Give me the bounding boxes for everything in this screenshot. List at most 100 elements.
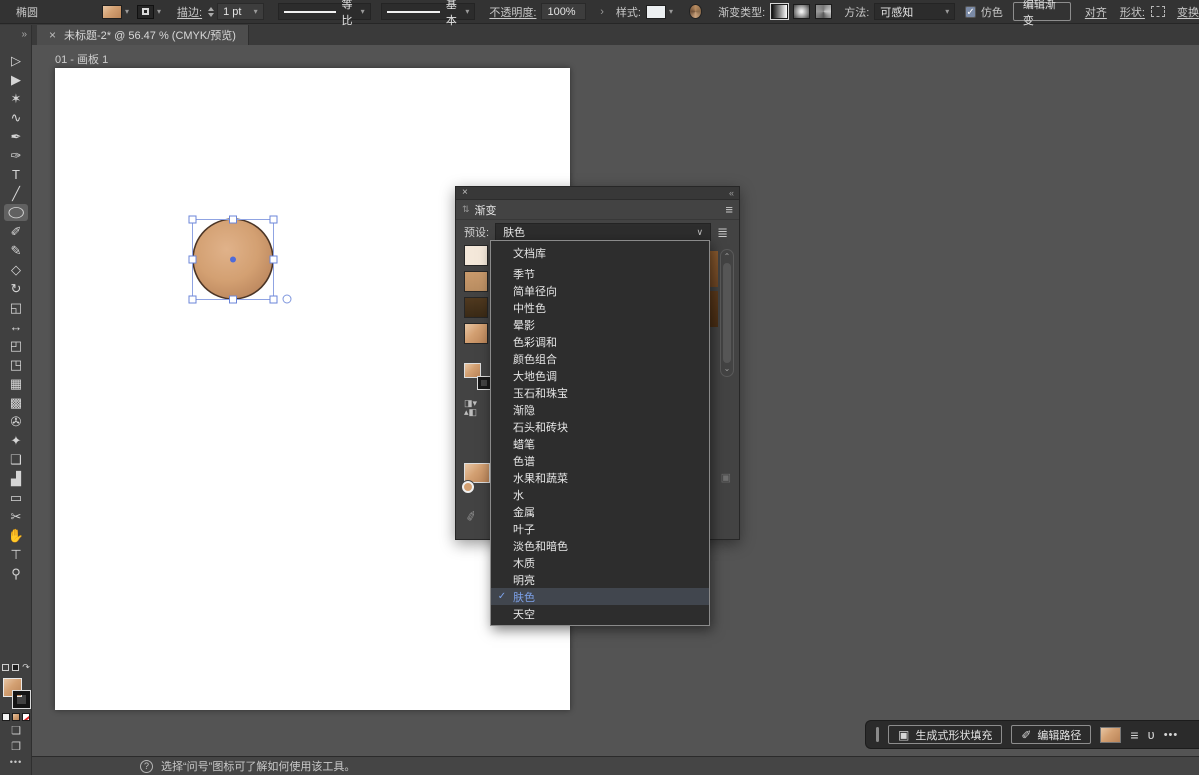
more-tools-icon[interactable]: ••• — [10, 758, 22, 767]
panel-cycle-icon[interactable]: ⇅ — [462, 204, 470, 215]
dither-checkbox[interactable]: ✓ — [965, 6, 976, 18]
perspective-grid-tool[interactable]: ◳ — [0, 355, 32, 374]
magic-wand-tool[interactable]: ✶ — [0, 89, 32, 108]
gradient-swatch[interactable] — [464, 297, 488, 318]
style-control[interactable]: ▾ — [646, 5, 673, 19]
hook-icon[interactable]: ʋ — [1148, 728, 1155, 741]
selection-tool[interactable]: ▷ — [0, 51, 32, 70]
more-options-icon[interactable]: ••• — [1164, 729, 1179, 741]
delete-gradient-icon[interactable]: ▣ — [721, 471, 731, 484]
menu-item-水果和蔬菜[interactable]: 水果和蔬菜 — [491, 469, 709, 486]
gradient-tab-label[interactable]: 渐变 — [475, 202, 497, 218]
scroll-down-icon[interactable]: ⌄ — [724, 365, 731, 373]
menu-item-木质[interactable]: 木质 — [491, 554, 709, 571]
menu-item-简单径向[interactable]: 简单径向 — [491, 282, 709, 299]
menu-item-中性色[interactable]: 中性色 — [491, 299, 709, 316]
menu-item-蜡笔[interactable]: 蜡笔 — [491, 435, 709, 452]
curvature-tool[interactable]: ✑ — [0, 146, 32, 165]
slice-tool[interactable]: ✂ — [0, 507, 32, 526]
symbol-sprayer-tool[interactable]: ❑ — [0, 450, 32, 469]
panel-eyedropper-icon[interactable]: ✐ — [464, 508, 479, 526]
help-icon[interactable]: ? — [140, 760, 153, 773]
direct-selection-tool[interactable]: ▶ — [0, 70, 32, 89]
close-tab-icon[interactable]: × — [49, 28, 56, 42]
method-select[interactable]: 可感知▾ — [874, 3, 955, 20]
menu-item-叶子[interactable]: 叶子 — [491, 520, 709, 537]
graph-tool[interactable]: ▟ — [0, 469, 32, 488]
hand-tool[interactable]: ✋ — [0, 526, 32, 545]
menu-item-金属[interactable]: 金属 — [491, 503, 709, 520]
expand-panel-icon[interactable]: » — [21, 29, 27, 40]
menu-item-季节[interactable]: 季节 — [491, 265, 709, 282]
shape-mode-icon[interactable] — [1151, 6, 1165, 17]
gradient-preview-swatch[interactable] — [464, 463, 490, 483]
edit-gradient-button[interactable]: 编辑渐变 — [1013, 2, 1071, 21]
ellipse-tool[interactable]: ◯ — [0, 203, 32, 222]
preset-select[interactable]: 肤色 ∨ — [495, 223, 711, 241]
none-button[interactable] — [22, 713, 30, 721]
close-panel-icon[interactable]: × — [462, 188, 468, 198]
fill-color-control[interactable]: ▾ — [102, 5, 129, 19]
eyedropper-tool[interactable]: ✦ — [0, 431, 32, 450]
scroll-up-icon[interactable]: ⌃ — [724, 253, 731, 261]
opacity-field[interactable]: 100% — [541, 3, 586, 20]
style-swatch[interactable] — [646, 5, 666, 19]
width-profile-select[interactable]: 等比▾ — [278, 3, 371, 20]
menu-item-大地色调[interactable]: 大地色调 — [491, 367, 709, 384]
center-point[interactable] — [230, 257, 236, 263]
recolor-artwork-icon[interactable] — [689, 4, 702, 19]
line-tool[interactable]: ╱ — [0, 184, 32, 203]
width-tool[interactable]: ↔ — [0, 317, 32, 336]
menu-item-色谱[interactable]: 色谱 — [491, 452, 709, 469]
opacity-label[interactable]: 不透明度: — [489, 4, 536, 20]
menu-item-色彩调和[interactable]: 色彩调和 — [491, 333, 709, 350]
scale-tool[interactable]: ◱ — [0, 298, 32, 317]
radial-gradient-icon[interactable] — [793, 4, 810, 19]
preset-scrollbar[interactable]: ⌃ ⌄ — [720, 249, 734, 377]
lasso-tool[interactable]: ∿ — [0, 108, 32, 127]
generative-shape-fill-button[interactable]: ▣ 生成式形状填充 — [888, 725, 1002, 744]
edit-path-button[interactable]: ✐ 编辑路径 — [1011, 725, 1091, 744]
draw-mode-icon[interactable]: ❏ — [11, 726, 21, 737]
document-tab[interactable]: × 未标题-2* @ 56.47 % (CMYK/预览) — [37, 25, 249, 45]
linear-gradient-icon[interactable] — [771, 4, 788, 19]
panel-menu-icon[interactable]: ≡ — [725, 203, 733, 216]
stroke-proxy-swatch[interactable] — [13, 691, 30, 708]
color-swatch[interactable] — [1100, 727, 1121, 743]
menu-item-石头和砖块[interactable]: 石头和砖块 — [491, 418, 709, 435]
menu-item-明亮[interactable]: 明亮 — [491, 571, 709, 588]
freeform-gradient-icon[interactable] — [815, 4, 832, 19]
mesh-tool[interactable]: ▦ — [0, 374, 32, 393]
gradient-swatch[interactable] — [464, 245, 488, 266]
drag-handle[interactable] — [876, 727, 879, 742]
eraser-tool[interactable]: ◇ — [0, 260, 32, 279]
free-transform-tool[interactable]: ◰ — [0, 336, 32, 355]
menu-item-颜色组合[interactable]: 颜色组合 — [491, 350, 709, 367]
scrollbar-thumb[interactable] — [723, 263, 731, 363]
stroke-swatch[interactable] — [137, 5, 154, 19]
stroke-weight-field[interactable]: 1 pt▾ — [217, 3, 264, 20]
artboard-tool[interactable]: ▭ — [0, 488, 32, 507]
swap-fill-stroke-icon[interactable]: ↷ — [2, 662, 30, 673]
brush-select[interactable]: 基本▾ — [381, 3, 476, 20]
menu-item-晕影[interactable]: 晕影 — [491, 316, 709, 333]
preset-list-view-icon[interactable]: ≣ — [717, 226, 728, 239]
fill-swatch[interactable] — [102, 5, 122, 19]
panel-fill-proxy[interactable] — [464, 363, 481, 378]
print-tiling-tool[interactable]: ⊤ — [0, 545, 32, 564]
puppet-warp-tool[interactable]: ✇ — [0, 412, 32, 431]
collapse-panel-icon[interactable]: « — [729, 188, 733, 198]
gradient-swatch[interactable] — [464, 323, 488, 344]
reverse-gradient-icon[interactable]: ◨▾ ▴◧ — [464, 399, 477, 417]
menu-item-天空[interactable]: 天空 — [491, 605, 709, 622]
gradient-button[interactable] — [12, 713, 20, 721]
zoom-tool[interactable]: ⚲ — [0, 564, 32, 583]
menu-item-玉石和珠宝[interactable]: 玉石和珠宝 — [491, 384, 709, 401]
gradient-stop[interactable] — [462, 481, 474, 493]
transform-label[interactable]: 变换 — [1177, 4, 1199, 20]
shape-label[interactable]: 形状: — [1120, 4, 1145, 20]
type-tool[interactable]: T — [0, 165, 32, 184]
overflow-chevron-icon[interactable]: › — [600, 6, 604, 18]
color-button[interactable] — [2, 713, 10, 721]
gradient-swatch[interactable] — [464, 271, 488, 292]
